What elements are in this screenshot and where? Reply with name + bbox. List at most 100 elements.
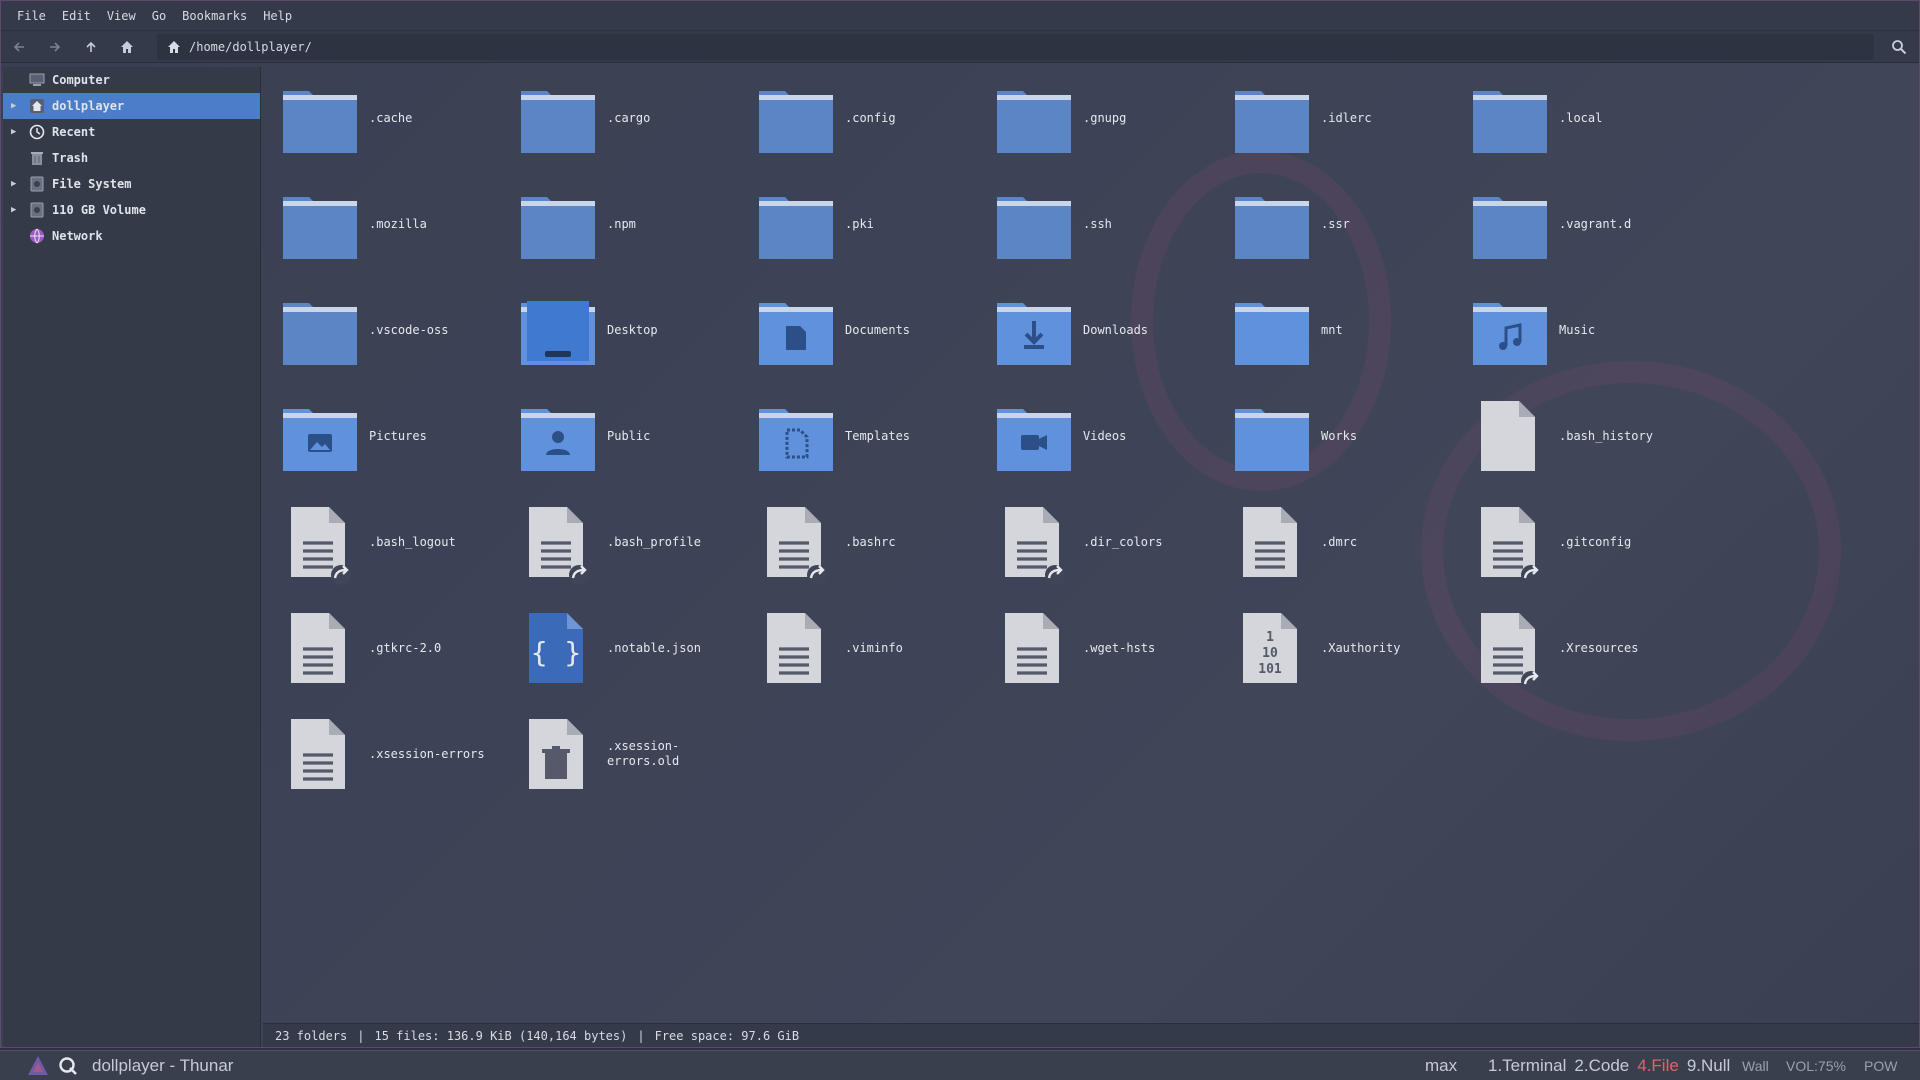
file-item-works[interactable]: Works xyxy=(1223,389,1453,489)
expander-arrow-icon[interactable]: ▶ xyxy=(11,127,21,137)
file-item-desktop[interactable]: Desktop xyxy=(509,283,739,383)
file-item-dot-npm[interactable]: .npm xyxy=(509,177,739,277)
text-link-file-icon xyxy=(1481,507,1541,585)
file-item-dot-gnupg[interactable]: .gnupg xyxy=(985,71,1215,171)
launcher-icon[interactable] xyxy=(58,1056,78,1076)
sidebar-item-file-system[interactable]: ▶ File System xyxy=(3,171,260,197)
menu-bar: File Edit View Go Bookmarks Help xyxy=(1,1,1919,31)
text-file-icon xyxy=(767,613,821,683)
file-item-dot-gitconfig[interactable]: .gitconfig xyxy=(1461,495,1691,595)
sidebar-item-label: Trash xyxy=(52,151,89,165)
sidebar-item-110-gb-volume[interactable]: ▶ 110 GB Volume xyxy=(3,197,260,223)
file-item-dot-wget-hsts[interactable]: .wget-hsts xyxy=(985,601,1215,701)
home-icon xyxy=(121,40,133,53)
file-item-dot-bashrc[interactable]: .bashrc xyxy=(747,495,977,595)
back-button[interactable] xyxy=(1,31,37,63)
menu-go[interactable]: Go xyxy=(144,1,174,31)
workspace-1[interactable]: 1.Terminal xyxy=(1488,1056,1566,1075)
file-name: .wget-hsts xyxy=(1083,641,1156,655)
menu-edit[interactable]: Edit xyxy=(54,1,99,31)
file-item-videos[interactable]: Videos xyxy=(985,389,1215,489)
file-name: .viminfo xyxy=(845,641,903,655)
file-item-dot-idlerc[interactable]: .idlerc xyxy=(1223,71,1453,171)
file-item-dot-xsession-errors[interactable]: .xsession-errors xyxy=(271,707,501,807)
layout-indicator[interactable]: max xyxy=(1425,1051,1457,1080)
file-item-dot-xresources[interactable]: .Xresources xyxy=(1461,601,1691,701)
file-name: .Xresources xyxy=(1559,641,1639,655)
file-name: .vagrant.d xyxy=(1559,217,1632,231)
file-item-dot-xauthority[interactable]: 1 10 101 .Xauthority xyxy=(1223,601,1453,701)
expander-arrow-icon[interactable]: ▶ xyxy=(11,205,21,215)
file-item-dot-vscode-oss[interactable]: .vscode-oss xyxy=(271,283,501,383)
volume-widget[interactable]: VOL:75% xyxy=(1786,1051,1846,1080)
workspace-3[interactable]: 4.File xyxy=(1637,1056,1679,1075)
file-item-dot-notable-json[interactable]: { } .notable.json xyxy=(509,601,739,701)
file-item-music[interactable]: Music xyxy=(1461,283,1691,383)
text-link-file-icon xyxy=(1005,507,1065,585)
workspace-4[interactable]: 9.Null xyxy=(1687,1056,1730,1075)
file-name: Videos xyxy=(1083,429,1127,443)
expander-arrow-icon[interactable]: ▶ xyxy=(11,179,21,189)
file-item-dot-cache[interactable]: .cache xyxy=(271,71,501,171)
power-widget[interactable]: POW xyxy=(1864,1051,1897,1080)
file-name: .xsession-errors xyxy=(369,747,485,761)
sidebar-item-dollplayer[interactable]: ▶ dollplayer xyxy=(3,93,260,119)
file-name: .bash_profile xyxy=(607,535,701,549)
file-item-documents[interactable]: Documents xyxy=(747,283,977,383)
file-item-pictures[interactable]: Pictures xyxy=(271,389,501,489)
search-button[interactable] xyxy=(1887,35,1911,59)
file-item-dot-bash-profile[interactable]: .bash_profile xyxy=(509,495,739,595)
location-bar[interactable]: /home/dollplayer/ xyxy=(157,34,1874,60)
forward-button[interactable] xyxy=(37,31,73,63)
up-button[interactable] xyxy=(73,31,109,63)
file-item-templates[interactable]: Templates xyxy=(747,389,977,489)
file-name: .npm xyxy=(607,217,636,231)
file-name: .notable.json xyxy=(607,641,701,655)
home-icon xyxy=(30,99,44,113)
menu-help[interactable]: Help xyxy=(255,1,300,31)
menu-bookmarks[interactable]: Bookmarks xyxy=(174,1,255,31)
workspace-2[interactable]: 2.Code xyxy=(1574,1056,1629,1075)
file-item-dot-viminfo[interactable]: .viminfo xyxy=(747,601,977,701)
sidebar-item-trash[interactable]: Trash xyxy=(3,145,260,171)
file-item-dot-ssr[interactable]: .ssr xyxy=(1223,177,1453,277)
file-name: .local xyxy=(1559,111,1603,125)
text-link-file-icon xyxy=(529,507,589,585)
search-icon xyxy=(1892,40,1907,55)
file-item-mnt[interactable]: mnt xyxy=(1223,283,1453,383)
file-item-dot-config[interactable]: .config xyxy=(747,71,977,171)
wallpaper-widget[interactable]: Wall xyxy=(1742,1051,1769,1080)
file-item-dot-cargo[interactable]: .cargo xyxy=(509,71,739,171)
distro-logo-icon[interactable] xyxy=(26,1054,50,1078)
menu-file[interactable]: File xyxy=(9,1,54,31)
folder-icon xyxy=(283,303,357,365)
file-item-dot-vagrant-d[interactable]: .vagrant.d xyxy=(1461,177,1691,277)
music-folder-icon xyxy=(1473,303,1547,365)
file-name: Works xyxy=(1321,429,1358,443)
sidebar-item-computer[interactable]: Computer xyxy=(3,67,260,93)
file-item-dot-mozilla[interactable]: .mozilla xyxy=(271,177,501,277)
home-button[interactable] xyxy=(109,31,145,63)
file-item-dot-dmrc[interactable]: .dmrc xyxy=(1223,495,1453,595)
file-item-dot-xsession-errors-old[interactable]: .xsession- errors.old xyxy=(509,707,739,807)
file-item-downloads[interactable]: Downloads xyxy=(985,283,1215,383)
file-item-dot-dir-colors[interactable]: .dir_colors xyxy=(985,495,1215,595)
sidebar-item-recent[interactable]: ▶ Recent xyxy=(3,119,260,145)
file-item-dot-bash-logout[interactable]: .bash_logout xyxy=(271,495,501,595)
computer-icon xyxy=(29,73,45,86)
file-name: .vscode-oss xyxy=(369,323,449,337)
file-name: .ssr xyxy=(1321,217,1350,231)
file-name: .bash_history xyxy=(1559,429,1653,443)
file-item-dot-pki[interactable]: .pki xyxy=(747,177,977,277)
status-separator: | xyxy=(637,1028,645,1043)
downloads-folder-icon xyxy=(997,303,1071,365)
file-item-dot-local[interactable]: .local xyxy=(1461,71,1691,171)
menu-view[interactable]: View xyxy=(99,1,144,31)
file-item-dot-gtkrc-2-0[interactable]: .gtkrc-2.0 xyxy=(271,601,501,701)
file-item-public[interactable]: Public xyxy=(509,389,739,489)
file-item-dot-ssh[interactable]: .ssh xyxy=(985,177,1215,277)
expander-arrow-icon[interactable]: ▶ xyxy=(11,101,21,111)
file-item-dot-bash-history[interactable]: .bash_history xyxy=(1461,389,1691,489)
text-link-file-icon xyxy=(291,507,351,585)
sidebar-item-network[interactable]: Network xyxy=(3,223,260,249)
